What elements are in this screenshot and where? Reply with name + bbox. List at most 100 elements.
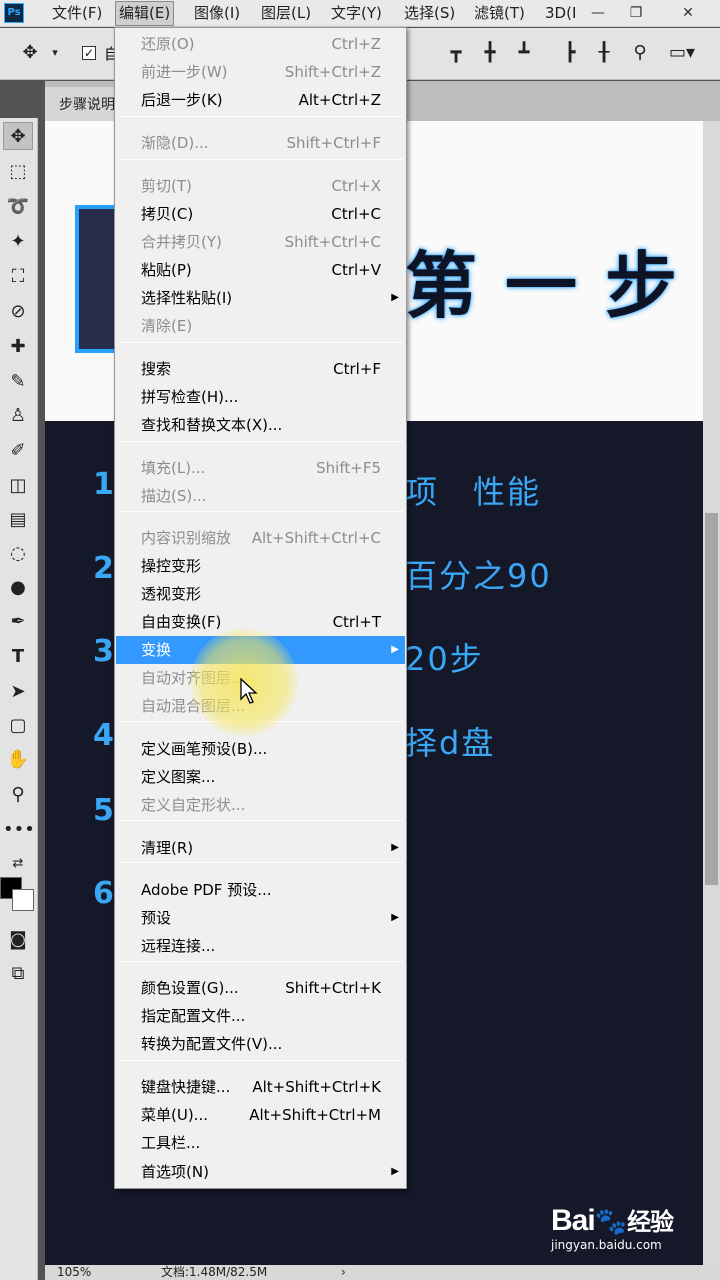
canvas-text: 项 性能 <box>405 473 542 511</box>
menu-item[interactable]: Adobe PDF 预设... <box>116 876 405 904</box>
background-color-swatch[interactable] <box>12 889 34 911</box>
restore-button[interactable]: ❐ <box>618 0 654 26</box>
menu-item-shortcut: Ctrl+X <box>331 177 381 195</box>
menu-item[interactable]: 合并拷贝(Y) Shift+Ctrl+C <box>116 228 405 256</box>
menu-item[interactable]: 剪切(T) Ctrl+X <box>116 172 405 200</box>
move-tool-icon[interactable]: ✥ <box>3 122 33 150</box>
menu-item[interactable]: 颜色设置(G)... Shift+Ctrl+K <box>116 974 405 1002</box>
menu-item-label: 清除(E) <box>141 317 193 335</box>
swap-colors-icon[interactable]: ⇄ <box>3 850 33 878</box>
menu-item[interactable]: 查找和替换文本(X)... <box>116 411 405 439</box>
zoom-tool-icon[interactable]: ⚲ <box>3 781 33 809</box>
more-tools-icon[interactable]: ••• <box>3 816 35 844</box>
menu-item[interactable]: 工具栏... <box>116 1129 405 1157</box>
align-top-icon[interactable]: ┳ <box>444 42 468 64</box>
menu-edit[interactable]: 编辑(E) <box>115 1 175 26</box>
menu-item[interactable]: 填充(L)... Shift+F5 <box>116 454 405 482</box>
eyedropper-icon[interactable]: ⊘ <box>3 298 33 326</box>
menu-filter[interactable]: 滤镜(T) <box>474 0 525 27</box>
menu-item[interactable]: 清除(E) <box>116 312 405 340</box>
menu-item[interactable]: 渐隐(D)... Shift+Ctrl+F <box>116 129 405 157</box>
align-left-icon[interactable]: ┣ <box>558 42 582 64</box>
menu-item[interactable]: 前进一步(W) Shift+Ctrl+Z <box>116 58 405 86</box>
menu-item[interactable]: 粘贴(P) Ctrl+V <box>116 256 405 284</box>
menu-item[interactable]: 指定配置文件... <box>116 1002 405 1030</box>
photoshop-logo: Ps <box>4 3 24 23</box>
dodge-tool-icon[interactable]: ● <box>3 574 33 602</box>
menu-select[interactable]: 选择(S) <box>404 0 455 27</box>
submenu-arrow-icon: ▶ <box>391 644 399 655</box>
menu-item[interactable]: 转换为配置文件(V)... <box>116 1030 405 1058</box>
menu-item[interactable]: 还原(O) Ctrl+Z <box>116 30 405 58</box>
paw-icon: 🐾 <box>594 1207 628 1237</box>
menu-item[interactable]: 拼写检查(H)... <box>116 383 405 411</box>
menu-item[interactable]: 定义画笔预设(B)... <box>116 735 405 763</box>
menu-layer[interactable]: 图层(L) <box>261 0 311 27</box>
menu-separator <box>119 862 403 863</box>
path-select-icon[interactable]: ➤ <box>3 678 33 706</box>
menu-item[interactable]: 定义图案... <box>116 763 405 791</box>
workspace-icon[interactable]: ▭▾ <box>668 42 696 64</box>
chevron-down-icon[interactable]: ▾ <box>48 42 62 64</box>
menu-item-label: 操控变形 <box>141 557 202 575</box>
menu-item[interactable]: 远程连接... <box>116 932 405 960</box>
clone-stamp-icon[interactable]: ♙ <box>3 402 33 430</box>
align-hcenter-icon[interactable]: ╂ <box>592 42 616 64</box>
move-icon[interactable]: ✥ <box>18 42 42 64</box>
menu-item[interactable]: 键盘快捷键... Alt+Shift+Ctrl+K <box>116 1073 405 1101</box>
menu-file[interactable]: 文件(F) <box>52 0 102 27</box>
crop-tool-icon[interactable]: ⛶ <box>3 263 33 291</box>
search-icon[interactable]: ⚲ <box>628 42 652 64</box>
canvas-number: 6 <box>93 876 114 911</box>
menu-item-label: 后退一步(K) <box>141 91 223 109</box>
menu-item-label: 转换为配置文件(V)... <box>141 1035 283 1053</box>
scrollbar-thumb[interactable] <box>705 513 718 885</box>
screen-mode-icon[interactable]: ⧉ <box>3 960 33 988</box>
canvas-text: 20步 <box>405 640 484 678</box>
menu-item[interactable]: 清理(R) ▶ <box>116 834 405 862</box>
quick-mask-icon[interactable]: ◙ <box>3 926 33 954</box>
magic-wand-icon[interactable]: ✦ <box>3 228 33 256</box>
shape-tool-icon[interactable]: ▢ <box>3 712 33 740</box>
menu-item[interactable]: 首选项(N) ▶ <box>116 1158 405 1186</box>
close-button[interactable]: ✕ <box>670 0 706 26</box>
brush-tool-icon[interactable]: ✎ <box>3 368 33 396</box>
menu-3d[interactable]: 3D(D) <box>545 0 575 27</box>
menu-image[interactable]: 图像(I) <box>194 0 240 27</box>
menu-item[interactable]: 描边(S)... <box>116 482 405 510</box>
status-arrow-icon[interactable]: › <box>341 1265 346 1280</box>
pen-tool-icon[interactable]: ✒ <box>3 608 33 636</box>
lasso-tool-icon[interactable]: ➰ <box>3 193 33 221</box>
auto-select-checkbox[interactable]: ✓ <box>82 46 96 60</box>
blur-tool-icon[interactable]: ◌ <box>3 540 33 568</box>
menu-item[interactable]: 后退一步(K) Alt+Ctrl+Z <box>116 86 405 114</box>
menu-item[interactable]: 透视变形 <box>116 580 405 608</box>
menu-item[interactable]: 内容识别缩放 Alt+Shift+Ctrl+C <box>116 524 405 552</box>
submenu-arrow-icon: ▶ <box>391 842 399 853</box>
menu-item[interactable]: 定义自定形状... <box>116 791 405 819</box>
gradient-icon[interactable]: ▤ <box>3 506 33 534</box>
vertical-scrollbar[interactable] <box>703 121 720 1271</box>
menu-item[interactable]: 预设 ▶ <box>116 904 405 932</box>
menu-type[interactable]: 文字(Y) <box>331 0 382 27</box>
history-brush-icon[interactable]: ✐ <box>3 437 33 465</box>
menu-item-label: 拷贝(C) <box>141 205 194 223</box>
marquee-tool-icon[interactable]: ⬚ <box>3 158 33 186</box>
menu-bar: Ps 文件(F) 编辑(E) 图像(I) 图层(L) 文字(Y) 选择(S) 滤… <box>0 0 720 27</box>
menu-item[interactable]: 拷贝(C) Ctrl+C <box>116 200 405 228</box>
document-tab[interactable]: 步骤说明 <box>45 87 120 121</box>
healing-brush-icon[interactable]: ✚ <box>3 333 33 361</box>
align-vcenter-icon[interactable]: ╋ <box>478 42 502 64</box>
baidu-watermark: Bai🐾经验 jingyan.baidu.com <box>551 1202 711 1252</box>
minimize-button[interactable]: — <box>580 0 616 26</box>
menu-item-label: 剪切(T) <box>141 177 192 195</box>
type-tool-icon[interactable]: T <box>3 643 33 671</box>
align-bottom-icon[interactable]: ┻ <box>512 42 536 64</box>
menu-item[interactable]: 操控变形 <box>116 552 405 580</box>
hand-tool-icon[interactable]: ✋ <box>3 746 33 774</box>
menu-item[interactable]: 搜索 Ctrl+F <box>116 355 405 383</box>
menu-item[interactable]: 菜单(U)... Alt+Shift+Ctrl+M <box>116 1101 405 1129</box>
zoom-level[interactable]: 105% <box>57 1265 91 1280</box>
menu-item[interactable]: 选择性粘贴(I) ▶ <box>116 284 405 312</box>
eraser-icon[interactable]: ◫ <box>3 472 33 500</box>
